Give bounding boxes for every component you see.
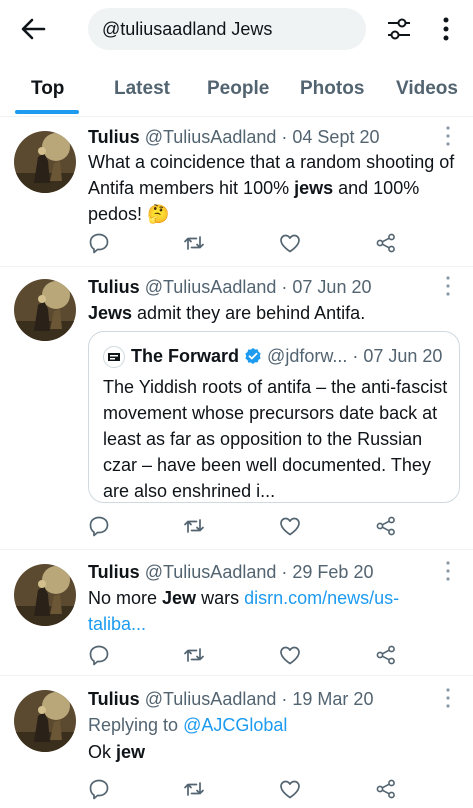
tweet-text-part: wars — [196, 588, 245, 608]
share-icon[interactable] — [375, 515, 397, 537]
tab-videos[interactable]: Videos — [396, 78, 458, 100]
tweet[interactable]: Tulius @TuliusAadland · 19 Mar 20 Replyi… — [0, 676, 473, 808]
search-filter-icon[interactable] — [385, 15, 413, 43]
tweet[interactable]: Tulius @TuliusAadland · 04 Sept 20 What … — [0, 117, 473, 267]
search-term-highlight: jew — [116, 742, 146, 762]
author-handle: @TuliusAadland — [144, 277, 277, 297]
tweet-date: 04 Sept 20 — [292, 127, 380, 147]
avatar[interactable] — [14, 279, 76, 341]
search-term-highlight: Jew — [162, 588, 197, 608]
quoted-tweet-date: 07 Jun 20 — [363, 346, 443, 366]
tweet-text: Ok jew — [88, 739, 460, 765]
verified-badge-icon — [245, 348, 261, 364]
separator-dot: · — [352, 346, 359, 366]
share-icon[interactable] — [375, 778, 397, 800]
tweet-text: What a coincidence that a random shootin… — [88, 149, 460, 227]
quoted-tweet[interactable]: The Forward @jdforw... · 07 Jun 20 The Y… — [88, 331, 460, 503]
like-icon[interactable] — [279, 232, 301, 254]
top-bar: @tuliusaadland Jews — [0, 0, 473, 60]
tweet-text-part: No more — [88, 588, 163, 608]
reply-icon[interactable] — [88, 515, 110, 537]
tweet-date: 07 Jun 20 — [292, 277, 372, 297]
tweet-header: Tulius @TuliusAadland · 04 Sept 20 — [88, 127, 379, 148]
like-icon[interactable] — [279, 778, 301, 800]
retweet-icon[interactable] — [183, 778, 205, 800]
tweet-actions — [88, 644, 398, 668]
quoted-tweet-header: The Forward @jdforw... · 07 Jun 20 — [131, 346, 442, 367]
more-options-icon[interactable] — [440, 15, 452, 43]
share-icon[interactable] — [375, 644, 397, 666]
author-name[interactable]: Tulius — [88, 277, 140, 297]
separator-dot: · — [281, 277, 288, 297]
active-tab-indicator — [15, 110, 79, 114]
tweet-header: Tulius @TuliusAadland · 07 Jun 20 — [88, 277, 371, 298]
share-icon[interactable] — [375, 232, 397, 254]
like-icon[interactable] — [279, 644, 301, 666]
quoted-tweet-text: The Yiddish roots of antifa – the anti-f… — [103, 377, 448, 501]
search-query-text: @tuliusaadland Jews — [102, 19, 273, 39]
quoted-account-logo — [103, 346, 125, 368]
tweet-text: Jews admit they are behind Antifa. — [88, 300, 460, 326]
like-icon[interactable] — [279, 515, 301, 537]
tab-latest[interactable]: Latest — [114, 78, 170, 100]
separator-dot: · — [281, 127, 288, 147]
tweet[interactable]: Tulius @TuliusAadland · 29 Feb 20 No mor… — [0, 550, 473, 676]
quoted-author-name: The Forward — [131, 346, 240, 366]
tweet-actions — [88, 515, 398, 539]
tab-top[interactable]: Top — [31, 78, 64, 100]
search-term-highlight: jews — [294, 178, 334, 198]
tab-photos[interactable]: Photos — [300, 78, 364, 100]
retweet-icon[interactable] — [183, 515, 205, 537]
tweet-menu-icon[interactable] — [444, 125, 452, 147]
retweet-icon[interactable] — [183, 644, 205, 666]
forward-logo-icon — [108, 353, 120, 361]
tweet-actions — [88, 778, 398, 802]
author-handle: @TuliusAadland — [144, 127, 277, 147]
avatar[interactable] — [14, 131, 76, 193]
replying-to-label: Replying to — [88, 715, 184, 735]
search-input[interactable]: @tuliusaadland Jews — [88, 8, 366, 50]
quoted-author-handle: @jdforw... — [267, 346, 348, 366]
retweet-icon[interactable] — [183, 232, 205, 254]
author-name[interactable]: Tulius — [88, 127, 140, 147]
tweet[interactable]: Tulius @TuliusAadland · 07 Jun 20 Jews a… — [0, 267, 473, 550]
tweet-menu-icon[interactable] — [444, 560, 452, 582]
separator-dot: · — [281, 562, 288, 582]
tweet-header: Tulius @TuliusAadland · 29 Feb 20 — [88, 562, 373, 583]
reply-icon[interactable] — [88, 232, 110, 254]
tweet-menu-icon[interactable] — [444, 275, 452, 297]
reply-context: Replying to @AJCGlobal — [88, 712, 460, 738]
avatar[interactable] — [14, 564, 76, 626]
search-tabs: Top Latest People Photos Videos — [0, 60, 473, 117]
thinking-face-emoji: 🤔 — [147, 204, 170, 224]
search-term-highlight: Jews — [88, 303, 133, 323]
tab-people[interactable]: People — [207, 78, 269, 100]
avatar[interactable] — [14, 690, 76, 752]
author-handle: @TuliusAadland — [144, 689, 277, 709]
tweet-date: 19 Mar 20 — [292, 689, 374, 709]
tweet-date: 29 Feb 20 — [292, 562, 374, 582]
author-name[interactable]: Tulius — [88, 689, 140, 709]
reply-to-handle-link[interactable]: @AJCGlobal — [183, 715, 287, 735]
avatar-painting-image — [14, 690, 76, 752]
author-name[interactable]: Tulius — [88, 562, 140, 582]
tweet-text: No more Jew wars disrn.com/news/us-talib… — [88, 585, 418, 637]
avatar-painting-image — [14, 279, 76, 341]
tweet-actions — [88, 232, 398, 256]
tweet-header: Tulius @TuliusAadland · 19 Mar 20 — [88, 689, 373, 710]
separator-dot: · — [281, 689, 288, 709]
avatar-painting-image — [14, 131, 76, 193]
author-handle: @TuliusAadland — [144, 562, 277, 582]
reply-icon[interactable] — [88, 644, 110, 666]
tweet-text-part: Ok — [88, 742, 117, 762]
reply-icon[interactable] — [88, 778, 110, 800]
avatar-painting-image — [14, 564, 76, 626]
tweet-menu-icon[interactable] — [444, 687, 452, 709]
tweet-text-part: admit they are behind Antifa. — [132, 303, 366, 323]
back-arrow-icon[interactable] — [18, 14, 48, 44]
